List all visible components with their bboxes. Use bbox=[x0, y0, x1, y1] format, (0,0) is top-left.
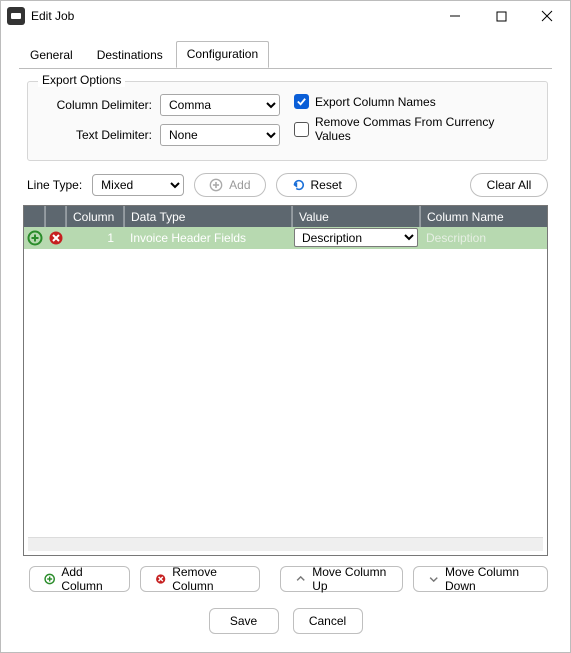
reset-button[interactable]: Reset bbox=[276, 173, 357, 197]
text-delimiter-select[interactable]: None bbox=[160, 124, 280, 146]
line-type-label: Line Type: bbox=[27, 178, 82, 192]
move-column-down-button[interactable]: Move Column Down bbox=[413, 566, 548, 592]
header-column-name[interactable]: Column Name bbox=[420, 206, 547, 227]
export-column-names-label: Export Column Names bbox=[315, 95, 436, 109]
app-icon bbox=[7, 7, 25, 25]
tab-destinations[interactable]: Destinations bbox=[86, 42, 174, 68]
cancel-button[interactable]: Cancel bbox=[293, 608, 363, 634]
clear-all-button[interactable]: Clear All bbox=[470, 173, 548, 197]
export-options-title: Export Options bbox=[38, 73, 125, 87]
text-delimiter-label: Text Delimiter: bbox=[42, 128, 152, 142]
remove-commas-label: Remove Commas From Currency Values bbox=[315, 115, 533, 143]
window-title: Edit Job bbox=[31, 9, 74, 23]
plus-circle-icon bbox=[44, 572, 55, 586]
column-buttons-row: Add Column Remove Column Move Column Up … bbox=[29, 566, 548, 592]
columns-grid: Column Data Type Value Column Name 1 Inv… bbox=[23, 205, 548, 556]
minimize-button[interactable] bbox=[432, 1, 478, 31]
chevron-up-icon bbox=[295, 572, 306, 586]
header-blank-1 bbox=[24, 206, 45, 227]
row-add-icon[interactable] bbox=[24, 227, 45, 248]
chevron-down-icon bbox=[428, 572, 439, 586]
tab-general[interactable]: General bbox=[19, 42, 84, 68]
row-value-select[interactable]: Description bbox=[294, 228, 418, 247]
line-type-select[interactable]: Mixed bbox=[92, 174, 184, 196]
column-delimiter-select[interactable]: Comma bbox=[160, 94, 280, 116]
window-controls bbox=[432, 1, 570, 31]
plus-circle-icon bbox=[209, 178, 223, 192]
column-delimiter-label: Column Delimiter: bbox=[42, 98, 152, 112]
maximize-button[interactable] bbox=[478, 1, 524, 31]
tab-strip: General Destinations Configuration bbox=[1, 41, 570, 69]
header-data-type[interactable]: Data Type bbox=[124, 206, 292, 227]
remove-commas-checkbox[interactable] bbox=[294, 122, 309, 137]
dialog-buttons: Save Cancel bbox=[1, 608, 570, 634]
title-bar: Edit Job bbox=[1, 1, 570, 31]
export-options-group: Export Options Column Delimiter: Comma T… bbox=[27, 81, 548, 161]
save-button[interactable]: Save bbox=[209, 608, 279, 634]
add-column-button[interactable]: Add Column bbox=[29, 566, 130, 592]
grid-body: 1 Invoice Header Fields Description Desc… bbox=[24, 227, 547, 537]
undo-icon bbox=[291, 178, 305, 192]
row-data-type: Invoice Header Fields bbox=[124, 227, 292, 248]
horizontal-scrollbar[interactable] bbox=[28, 537, 543, 551]
row-column-number: 1 bbox=[66, 227, 124, 248]
config-toolbar: Line Type: Mixed Add Reset Clear All bbox=[27, 173, 548, 197]
x-circle-icon bbox=[155, 572, 166, 586]
header-column[interactable]: Column bbox=[66, 206, 124, 227]
row-column-name: Description bbox=[420, 227, 547, 248]
table-row[interactable]: 1 Invoice Header Fields Description Desc… bbox=[24, 227, 547, 249]
export-column-names-checkbox[interactable] bbox=[294, 94, 309, 109]
add-button[interactable]: Add bbox=[194, 173, 265, 197]
row-remove-icon[interactable] bbox=[45, 227, 66, 248]
header-blank-2 bbox=[45, 206, 66, 227]
header-value[interactable]: Value bbox=[292, 206, 420, 227]
tab-configuration[interactable]: Configuration bbox=[176, 41, 269, 68]
grid-header: Column Data Type Value Column Name bbox=[24, 206, 547, 227]
close-button[interactable] bbox=[524, 1, 570, 31]
remove-column-button[interactable]: Remove Column bbox=[140, 566, 260, 592]
move-column-up-button[interactable]: Move Column Up bbox=[280, 566, 403, 592]
